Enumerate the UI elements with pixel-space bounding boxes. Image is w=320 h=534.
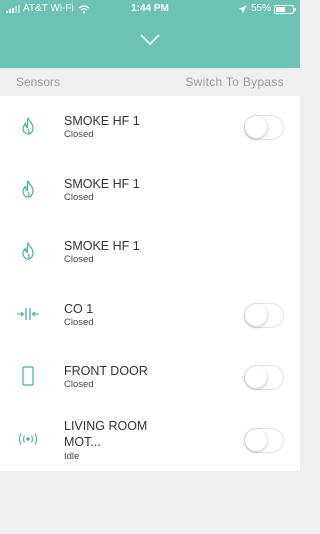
sensor-status: Closed <box>64 316 94 328</box>
motion-sensor-icon <box>15 428 41 450</box>
sensor-status: Idle <box>64 450 80 462</box>
sensor-status: Closed <box>64 191 94 203</box>
sensors-section-header: Sensors Switch To Bypass <box>0 68 300 96</box>
toggle-knob <box>245 428 267 451</box>
sensor-row[interactable]: SMOKE HF 1 Closed <box>0 96 300 159</box>
door-icon <box>15 365 41 387</box>
co-sensor-icon <box>15 303 41 325</box>
sensor-name: FRONT DOOR <box>64 364 148 378</box>
sensor-row[interactable]: FRONT DOOR Closed <box>0 346 300 409</box>
sensor-name: SMOKE HF 1 <box>64 239 140 253</box>
sensor-row[interactable]: LIVING ROOM MOT... Idle <box>0 409 300 472</box>
sensor-status: Closed <box>64 379 94 390</box>
sensor-row[interactable]: SMOKE HF 1 Closed <box>0 159 300 222</box>
toggle-knob <box>245 116 267 138</box>
flame-icon <box>15 178 41 200</box>
sensor-row[interactable]: CO 1 Closed <box>0 284 300 347</box>
flame-icon <box>15 240 41 262</box>
sensor-name: LIVING ROOM MOT... <box>64 418 148 449</box>
sensors-title: Sensors <box>16 75 61 89</box>
location-arrow-icon <box>238 5 247 13</box>
sensor-name: SMOKE HF 1 <box>64 114 140 128</box>
top-bar: AT&T Wi-Fi 1:44 PM 55% <box>0 0 300 68</box>
switch-to-bypass-label: Switch To Bypass <box>185 75 284 89</box>
battery-percent: 55% <box>250 3 271 14</box>
bypass-toggle[interactable] <box>244 365 284 390</box>
flame-icon <box>15 115 41 137</box>
bypass-toggle[interactable] <box>244 427 284 453</box>
sensor-row[interactable]: SMOKE HF 1 Closed <box>0 221 300 284</box>
toggle-knob <box>245 303 267 326</box>
sensor-status: Closed <box>64 254 94 265</box>
sensor-name: CO 1 <box>64 301 94 316</box>
sensor-status: Closed <box>64 129 94 140</box>
chevron-down-icon[interactable] <box>140 34 160 46</box>
sensor-name: SMOKE HF 1 <box>64 176 140 191</box>
sensor-list: SMOKE HF 1 Closed SMOKE HF 1 Closed SMOKE HF… <box>0 96 300 471</box>
bypass-toggle[interactable] <box>244 115 284 140</box>
toggle-knob <box>245 366 267 388</box>
battery-icon <box>274 4 296 14</box>
bypass-toggle[interactable] <box>244 302 284 328</box>
status-bar: AT&T Wi-Fi 1:44 PM 55% <box>0 0 300 18</box>
